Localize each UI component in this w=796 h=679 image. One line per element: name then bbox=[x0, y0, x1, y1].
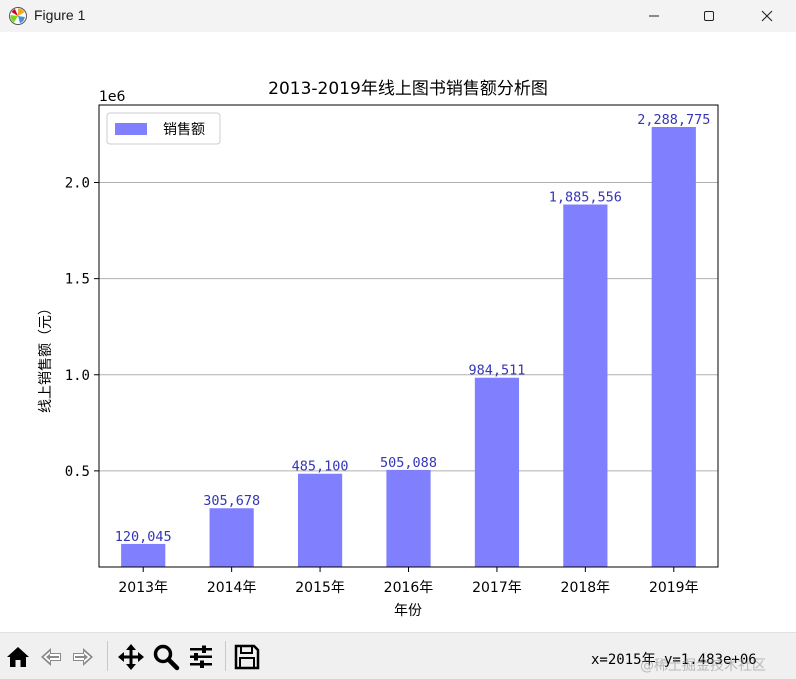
save-icon bbox=[234, 644, 260, 670]
bar-value-label: 120,045 bbox=[115, 529, 172, 545]
legend: 销售额 bbox=[106, 112, 221, 145]
x-axis-label: 年份 bbox=[394, 603, 422, 619]
y-tick-label: 0.5 bbox=[65, 464, 90, 480]
home-icon bbox=[7, 647, 29, 667]
save-button[interactable] bbox=[232, 642, 262, 672]
y-tick-label: 1.0 bbox=[65, 368, 90, 384]
bar-chart: 0.5 1.0 1.5 2.0 2013年 2014年 2015年 2016年 2017年 201… bbox=[38, 79, 719, 619]
bar-value-label: 485,100 bbox=[292, 459, 349, 475]
bar bbox=[209, 508, 254, 567]
y-tick-label: 1.5 bbox=[65, 272, 90, 288]
navigation-toolbar: x=2015年 y=1.483e+06 @稀土掘金技术社区 bbox=[0, 632, 796, 679]
legend-label: 销售额 bbox=[163, 122, 205, 138]
x-tick-label: 2013年 bbox=[118, 580, 168, 596]
figure-canvas[interactable]: 0.5 1.0 1.5 2.0 2013年 2014年 2015年 2016年 2017年 201… bbox=[0, 32, 796, 632]
zoom-button[interactable] bbox=[151, 642, 181, 672]
bar-value-label: 505,088 bbox=[380, 455, 437, 471]
y-axis-label: 线上销售额（元） bbox=[38, 301, 54, 413]
close-icon bbox=[761, 10, 773, 22]
x-tick-label: 2015年 bbox=[295, 580, 345, 596]
forward-arrow-icon bbox=[73, 648, 93, 666]
chart-title: 2013-2019年线上图书销售额分析图 bbox=[268, 79, 548, 99]
zoom-icon bbox=[153, 644, 180, 671]
toolbar-separator bbox=[225, 641, 226, 671]
grid-layer bbox=[99, 182, 718, 472]
home-button[interactable] bbox=[3, 642, 33, 672]
pan-button[interactable] bbox=[116, 642, 146, 672]
bar bbox=[386, 469, 431, 567]
forward-button[interactable] bbox=[68, 642, 98, 672]
window-titlebar: Figure 1 bbox=[0, 0, 796, 32]
subplots-button[interactable] bbox=[186, 642, 216, 672]
bar-value-label: 2,288,775 bbox=[637, 112, 710, 128]
back-button[interactable] bbox=[36, 642, 66, 672]
bar-value-label: 1,885,556 bbox=[549, 190, 622, 206]
window-title: Figure 1 bbox=[34, 7, 86, 23]
legend-swatch bbox=[115, 123, 147, 135]
x-tick-label: 2017年 bbox=[472, 580, 522, 596]
back-arrow-icon bbox=[41, 648, 61, 666]
bar bbox=[474, 377, 520, 567]
subplots-config-icon bbox=[190, 645, 212, 668]
minimize-button[interactable] bbox=[631, 0, 677, 32]
bar-value-label: 305,678 bbox=[203, 493, 260, 509]
matplotlib-icon bbox=[8, 6, 28, 26]
x-tick-label: 2019年 bbox=[649, 580, 699, 596]
maximize-button[interactable] bbox=[686, 0, 732, 32]
toolbar-separator bbox=[107, 641, 108, 671]
x-tick-label: 2018年 bbox=[561, 580, 611, 596]
maximize-icon bbox=[704, 11, 714, 21]
watermark: @稀土掘金技术社区 bbox=[640, 658, 766, 674]
pan-icon bbox=[118, 644, 144, 670]
close-button[interactable] bbox=[744, 0, 790, 32]
bar bbox=[297, 473, 343, 567]
x-tick-label: 2016年 bbox=[384, 580, 434, 596]
x-tick-label: 2014年 bbox=[207, 580, 257, 596]
bar bbox=[121, 543, 166, 567]
y-scale-label: 1e6 bbox=[99, 89, 126, 105]
bar bbox=[651, 127, 696, 567]
minimize-icon bbox=[649, 15, 659, 17]
bar-value-label: 984,511 bbox=[468, 363, 525, 379]
bar bbox=[563, 204, 608, 567]
y-tick-label: 2.0 bbox=[65, 176, 90, 192]
